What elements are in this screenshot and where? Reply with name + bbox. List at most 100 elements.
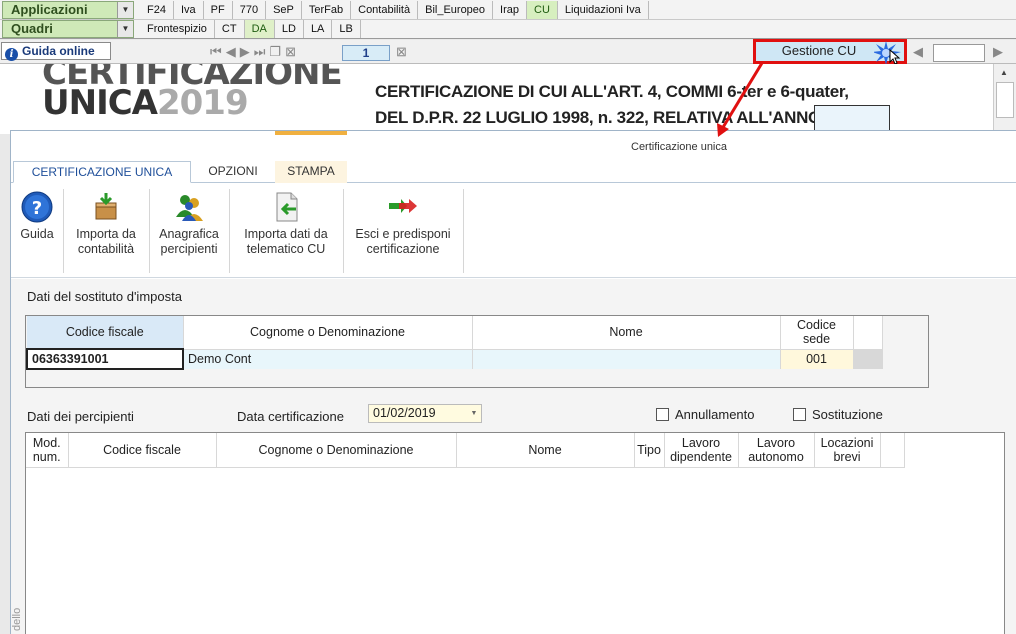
annullamento-label: Annullamento (675, 407, 755, 422)
esci-predisponi-button[interactable]: Esci e predisponi certificazione (347, 191, 459, 257)
quadro-tab-ct[interactable]: CT (215, 20, 245, 38)
tab-terfab[interactable]: TerFab (302, 1, 352, 19)
tab-opzioni[interactable]: OPZIONI (193, 161, 273, 183)
tab-irap[interactable]: Irap (493, 1, 528, 19)
cell-denominazione[interactable]: Demo Cont (183, 349, 473, 369)
tab-pf[interactable]: PF (204, 1, 233, 19)
chevron-down-icon[interactable]: ▼ (117, 21, 133, 37)
percipienti-section-label: Dati dei percipienti (27, 409, 134, 424)
copy-page-icon[interactable]: ❐ (269, 44, 281, 60)
page-navigation: ⏮ ◀ ▶ ⏭ ❐ ⊠ (210, 44, 296, 60)
document-title-year: 2019 (156, 83, 249, 123)
importa-telematico-label-1: Importa dati da (244, 227, 328, 241)
click-burst-icon (874, 41, 901, 65)
annullamento-checkbox[interactable] (656, 408, 669, 421)
gestione-cu-button[interactable]: Gestione CU (753, 39, 907, 65)
quadro-tab-lb[interactable]: LB (332, 20, 361, 38)
import-box-icon (95, 193, 117, 220)
data-certificazione-input[interactable]: 01/02/2019 ▼ (368, 404, 482, 423)
sostituto-section-label: Dati del sostituto d'imposta (27, 289, 182, 304)
quadri-tabs: Frontespizio CT DA LD LA LB (140, 20, 361, 38)
cell-codice-sede[interactable]: 001 (780, 349, 854, 369)
document-preview: CERTIFICAZIONE UNICA2019 CERTIFICAZIONE … (0, 64, 993, 134)
quadro-tab-frontespizio[interactable]: Frontespizio (140, 20, 215, 38)
col-codice-fiscale: Codice fiscale (68, 433, 217, 468)
guida-online-button[interactable]: i Guida online (1, 42, 111, 61)
document-header-line1: CERTIFICAZIONE DI CUI ALL'ART. 4, COMMI … (375, 82, 849, 101)
prev-icon[interactable]: ◀ (913, 44, 923, 60)
goto-input[interactable] (933, 44, 985, 62)
side-text: dello ministeriale (11, 607, 21, 631)
cell-codice-fiscale[interactable]: 06363391001 (26, 348, 184, 370)
col-codice-sede: Codice sede (780, 316, 854, 350)
chevron-down-icon[interactable]: ▼ (117, 2, 133, 18)
col-nome: Nome (456, 433, 635, 468)
info-icon: i (5, 48, 18, 61)
tab-sep[interactable]: SeP (266, 1, 302, 19)
applicazioni-combo[interactable]: Applicazioni ▼ (2, 1, 134, 19)
quadro-tab-la[interactable]: LA (304, 20, 333, 38)
cell-empty (853, 349, 883, 369)
data-certificazione-value: 01/02/2019 (373, 406, 436, 420)
stampa-accent-bar (275, 131, 347, 135)
last-page-icon[interactable]: ⏭ (254, 44, 266, 60)
ribbon-separator (463, 189, 464, 273)
quadri-combo[interactable]: Quadri ▼ (2, 20, 134, 38)
gestione-cu-label: Gestione CU (781, 43, 857, 58)
quadri-bar: Quadri ▼ Frontespizio CT DA LD LA LB (0, 20, 1016, 39)
sostituzione-checkbox[interactable] (793, 408, 806, 421)
scroll-up-icon[interactable]: ▲ (1000, 68, 1008, 77)
svg-text:?: ? (32, 198, 42, 219)
percipienti-grid-frame: Mod. num. Codice fiscale Cognome o Denom… (25, 432, 1005, 634)
delete-page-icon[interactable]: ⊠ (285, 44, 296, 60)
tab-stampa[interactable]: STAMPA (275, 161, 347, 183)
tab-f24[interactable]: F24 (140, 1, 174, 19)
tab-certificazione-unica[interactable]: CERTIFICAZIONE UNICA (13, 161, 191, 183)
quadro-tab-ld[interactable]: LD (275, 20, 304, 38)
importa-telematico-label-2: telematico CU (246, 242, 326, 256)
sostituzione-label: Sostituzione (812, 407, 883, 422)
import-file-icon (276, 192, 298, 222)
col-nome: Nome (472, 316, 781, 350)
applications-bar: Applicazioni ▼ F24 Iva PF 770 SeP TerFab Conta… (0, 0, 1016, 20)
delete-icon[interactable]: ⊠ (396, 44, 407, 60)
col-lavoro-autonomo: Lavoro autonomo (738, 433, 815, 468)
cell-nome[interactable] (472, 349, 781, 369)
anagrafica-percipienti-button[interactable]: Anagrafica percipienti (153, 191, 225, 257)
tab-iva[interactable]: Iva (174, 1, 204, 19)
col-empty (880, 433, 905, 468)
col-cognome: Cognome o Denominazione (216, 433, 457, 468)
page-number-input[interactable]: 1 (342, 45, 390, 61)
tab-bil-europeo[interactable]: Bil_Europeo (418, 1, 494, 19)
sostituto-grid-frame: Codice fiscale Cognome o Denominazione N… (25, 315, 929, 388)
anno-field[interactable] (814, 105, 890, 133)
first-page-icon[interactable]: ⏮ (210, 44, 222, 60)
anagrafica-label-2: percipienti (160, 242, 218, 256)
app-tabs: F24 Iva PF 770 SeP TerFab Contabilità Bil_Europ… (140, 1, 649, 19)
document-header-line2: DEL D.P.R. 22 LUGLIO 1998, n. 322, RELAT… (375, 108, 821, 127)
chevron-down-icon[interactable]: ▼ (467, 405, 481, 422)
tab-cu[interactable]: CU (527, 1, 558, 19)
col-empty (853, 316, 883, 350)
tab-contabilit-[interactable]: Contabilità (351, 1, 419, 19)
esci-label-1: Esci e predisponi (355, 227, 451, 241)
importa-contabilita-button[interactable]: Importa da contabilità (67, 191, 145, 257)
guida-button[interactable]: ? Guida (17, 191, 57, 242)
tab-770[interactable]: 770 (233, 1, 267, 19)
users-icon (176, 195, 203, 221)
ribbon-separator (63, 189, 64, 273)
scroll-thumb[interactable] (996, 82, 1014, 118)
importa-telematico-button[interactable]: Importa dati da telematico CU (233, 191, 339, 257)
prev-page-icon[interactable]: ◀ (226, 44, 236, 60)
ribbon-separator (149, 189, 150, 273)
tab-liquidazioni-iva[interactable]: Liquidazioni Iva (558, 1, 649, 19)
ribbon-tabs: CERTIFICAZIONE UNICA OPZIONI STAMPA (11, 159, 1016, 183)
col-cognome: Cognome o Denominazione (183, 316, 473, 350)
next-icon[interactable]: ▶ (993, 44, 1003, 60)
importa-contabilita-label-1: Importa da (76, 227, 136, 241)
guida-label: Guida (20, 227, 54, 241)
next-page-icon[interactable]: ▶ (240, 44, 250, 60)
table-row[interactable]: 06363391001 Demo Cont 001 (26, 348, 883, 370)
col-lavoro-dipendente: Lavoro dipendente (664, 433, 739, 468)
quadro-tab-da[interactable]: DA (244, 20, 275, 38)
